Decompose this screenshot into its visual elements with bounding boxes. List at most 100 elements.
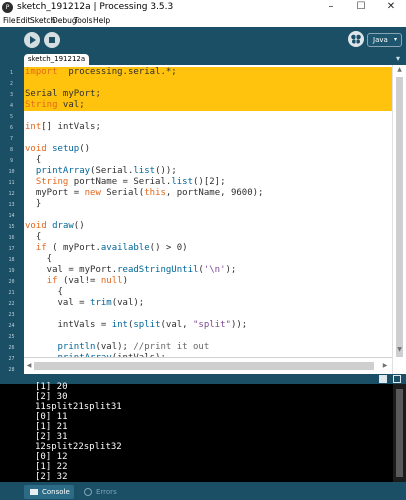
code-line[interactable]: if ( myPort.available() > 0) bbox=[25, 243, 188, 254]
console-tab-label: Console bbox=[42, 488, 70, 496]
mode-selector[interactable]: Java ▾ bbox=[367, 33, 402, 47]
code-line[interactable]: int[] intVals; bbox=[25, 122, 101, 133]
code-line[interactable]: val = myPort.readStringUntil('\n'); bbox=[25, 265, 237, 276]
tab-menu-chevron-icon[interactable]: ▾ bbox=[392, 53, 404, 65]
editor-vertical-scrollbar[interactable]: ▲ ▼ bbox=[392, 65, 406, 374]
code-line[interactable]: { bbox=[25, 232, 41, 243]
code-token: split bbox=[133, 320, 161, 330]
line-number: 7 bbox=[9, 136, 13, 142]
code-line[interactable]: String val; bbox=[25, 100, 85, 111]
code-token: this bbox=[144, 188, 166, 198]
errors-tab[interactable]: Errors bbox=[78, 485, 128, 499]
code-line[interactable]: { bbox=[25, 287, 63, 298]
code-token: println bbox=[57, 342, 96, 352]
line-number: 23 bbox=[8, 312, 15, 318]
code-editor[interactable]: 1 2 3 4 5 6 7 8 9 10 11 12 13 14 15 16 17 18 19 20 21 22 23 24 2… bbox=[0, 65, 406, 396]
code-line[interactable]: { bbox=[25, 254, 52, 265]
line-number: 4 bbox=[9, 103, 13, 109]
code-line[interactable]: import processing.serial.*; bbox=[25, 67, 177, 78]
scroll-right-icon[interactable]: ▶ bbox=[380, 360, 390, 372]
line-number: 18 bbox=[8, 257, 15, 263]
code-token: portName = Serial. bbox=[68, 177, 172, 187]
code-token: String bbox=[35, 177, 69, 187]
scroll-down-icon[interactable]: ▼ bbox=[393, 345, 406, 355]
line-number: 8 bbox=[9, 147, 13, 153]
line-number-gutter: 1 2 3 4 5 6 7 8 9 10 11 12 13 14 15 16 17 18 19 20 21 22 23 24 2… bbox=[0, 65, 24, 395]
code-line[interactable]: intVals = int(split(val, "split")); bbox=[25, 320, 248, 331]
code-token: (val, bbox=[160, 320, 193, 330]
code-token: val = bbox=[25, 298, 91, 308]
code-token: ()[2]; bbox=[193, 177, 226, 187]
code-token: () bbox=[79, 144, 91, 154]
code-line[interactable]: val = trim(val); bbox=[25, 298, 145, 309]
code-token: import bbox=[25, 67, 58, 77]
code-line[interactable]: { bbox=[25, 155, 41, 166]
mode-label: Java bbox=[373, 36, 388, 44]
minimize-button[interactable]: – bbox=[316, 0, 346, 15]
code-token: trim bbox=[90, 298, 112, 308]
menu-debug[interactable]: Debug bbox=[52, 16, 77, 25]
scrollbar-thumb[interactable] bbox=[34, 362, 374, 370]
code-token: processing.serial.*; bbox=[57, 67, 177, 77]
play-icon bbox=[30, 36, 36, 44]
debug-button[interactable] bbox=[348, 31, 364, 47]
scrollbar-thumb[interactable] bbox=[396, 389, 403, 477]
stop-icon bbox=[49, 37, 55, 43]
line-number: 1 bbox=[9, 70, 13, 76]
code-token: String bbox=[25, 100, 58, 110]
code-token: '\n' bbox=[203, 265, 226, 275]
code-token: null bbox=[100, 276, 123, 286]
menu-help[interactable]: Help bbox=[93, 16, 110, 25]
code-line[interactable]: String portName = Serial.list()[2]; bbox=[25, 177, 226, 188]
chevron-down-icon: ▾ bbox=[393, 36, 397, 43]
line-number: 14 bbox=[8, 213, 15, 219]
line-number: 5 bbox=[9, 114, 13, 120]
code-area[interactable]: import processing.serial.*; Serial myPort… bbox=[25, 65, 390, 396]
clipboard-icon[interactable] bbox=[379, 375, 387, 383]
console-tab[interactable]: Console bbox=[24, 485, 74, 499]
menu-file[interactable]: File bbox=[3, 16, 16, 25]
code-line[interactable]: myPort = new Serial(this, portName, 9600… bbox=[25, 188, 264, 199]
console-scrollbar[interactable] bbox=[393, 384, 406, 482]
scroll-up-icon[interactable]: ▲ bbox=[393, 65, 406, 75]
line-number: 15 bbox=[8, 224, 15, 230]
scrollbar-thumb[interactable] bbox=[396, 77, 403, 357]
line-number: 16 bbox=[8, 235, 15, 241]
code-token: if bbox=[46, 276, 58, 286]
line-number: 24 bbox=[8, 323, 15, 329]
clear-console-icon[interactable] bbox=[393, 375, 401, 383]
maximize-button[interactable]: ☐ bbox=[346, 0, 376, 15]
tab-sketch[interactable]: sketch_191212a bbox=[24, 54, 89, 65]
code-line[interactable]: if (val!= null) bbox=[25, 276, 128, 287]
line-number: 26 bbox=[8, 345, 15, 351]
code-token: Serial myPort; bbox=[25, 89, 101, 99]
editor-horizontal-scrollbar[interactable]: ◀ ▶ bbox=[24, 357, 392, 374]
menu-edit[interactable]: Edit bbox=[16, 16, 31, 25]
code-line[interactable]: void draw() bbox=[25, 221, 85, 232]
menu-tools[interactable]: Tools bbox=[74, 16, 92, 25]
code-line[interactable]: printArray(Serial.list()); bbox=[25, 166, 177, 177]
close-button[interactable]: ✕ bbox=[376, 0, 406, 15]
code-token: list bbox=[171, 177, 193, 187]
code-token: myPort = bbox=[25, 188, 85, 198]
code-line[interactable]: Serial myPort; bbox=[25, 89, 101, 100]
code-token: (val); bbox=[111, 298, 145, 308]
stop-button[interactable] bbox=[44, 32, 60, 48]
code-line[interactable]: void setup() bbox=[25, 144, 90, 155]
code-line[interactable]: } bbox=[25, 199, 41, 210]
scroll-left-icon[interactable]: ◀ bbox=[24, 360, 34, 372]
code-token: void bbox=[25, 144, 47, 154]
code-token: int bbox=[25, 122, 42, 132]
run-button[interactable] bbox=[24, 32, 40, 48]
code-token: ()); bbox=[155, 166, 177, 176]
toolbar: Java ▾ bbox=[0, 27, 406, 53]
console-output[interactable]: [1] 20 [2] 30 11split21split31 [0] 11 [1] 21… bbox=[0, 382, 406, 482]
line-number: 11 bbox=[8, 180, 15, 186]
line-number: 21 bbox=[8, 290, 15, 296]
line-number: 22 bbox=[8, 301, 15, 307]
code-line[interactable]: println(val); //print it out bbox=[25, 342, 210, 353]
line-number: 3 bbox=[9, 92, 13, 98]
line-number: 19 bbox=[8, 268, 15, 274]
code-token: () bbox=[73, 221, 85, 231]
